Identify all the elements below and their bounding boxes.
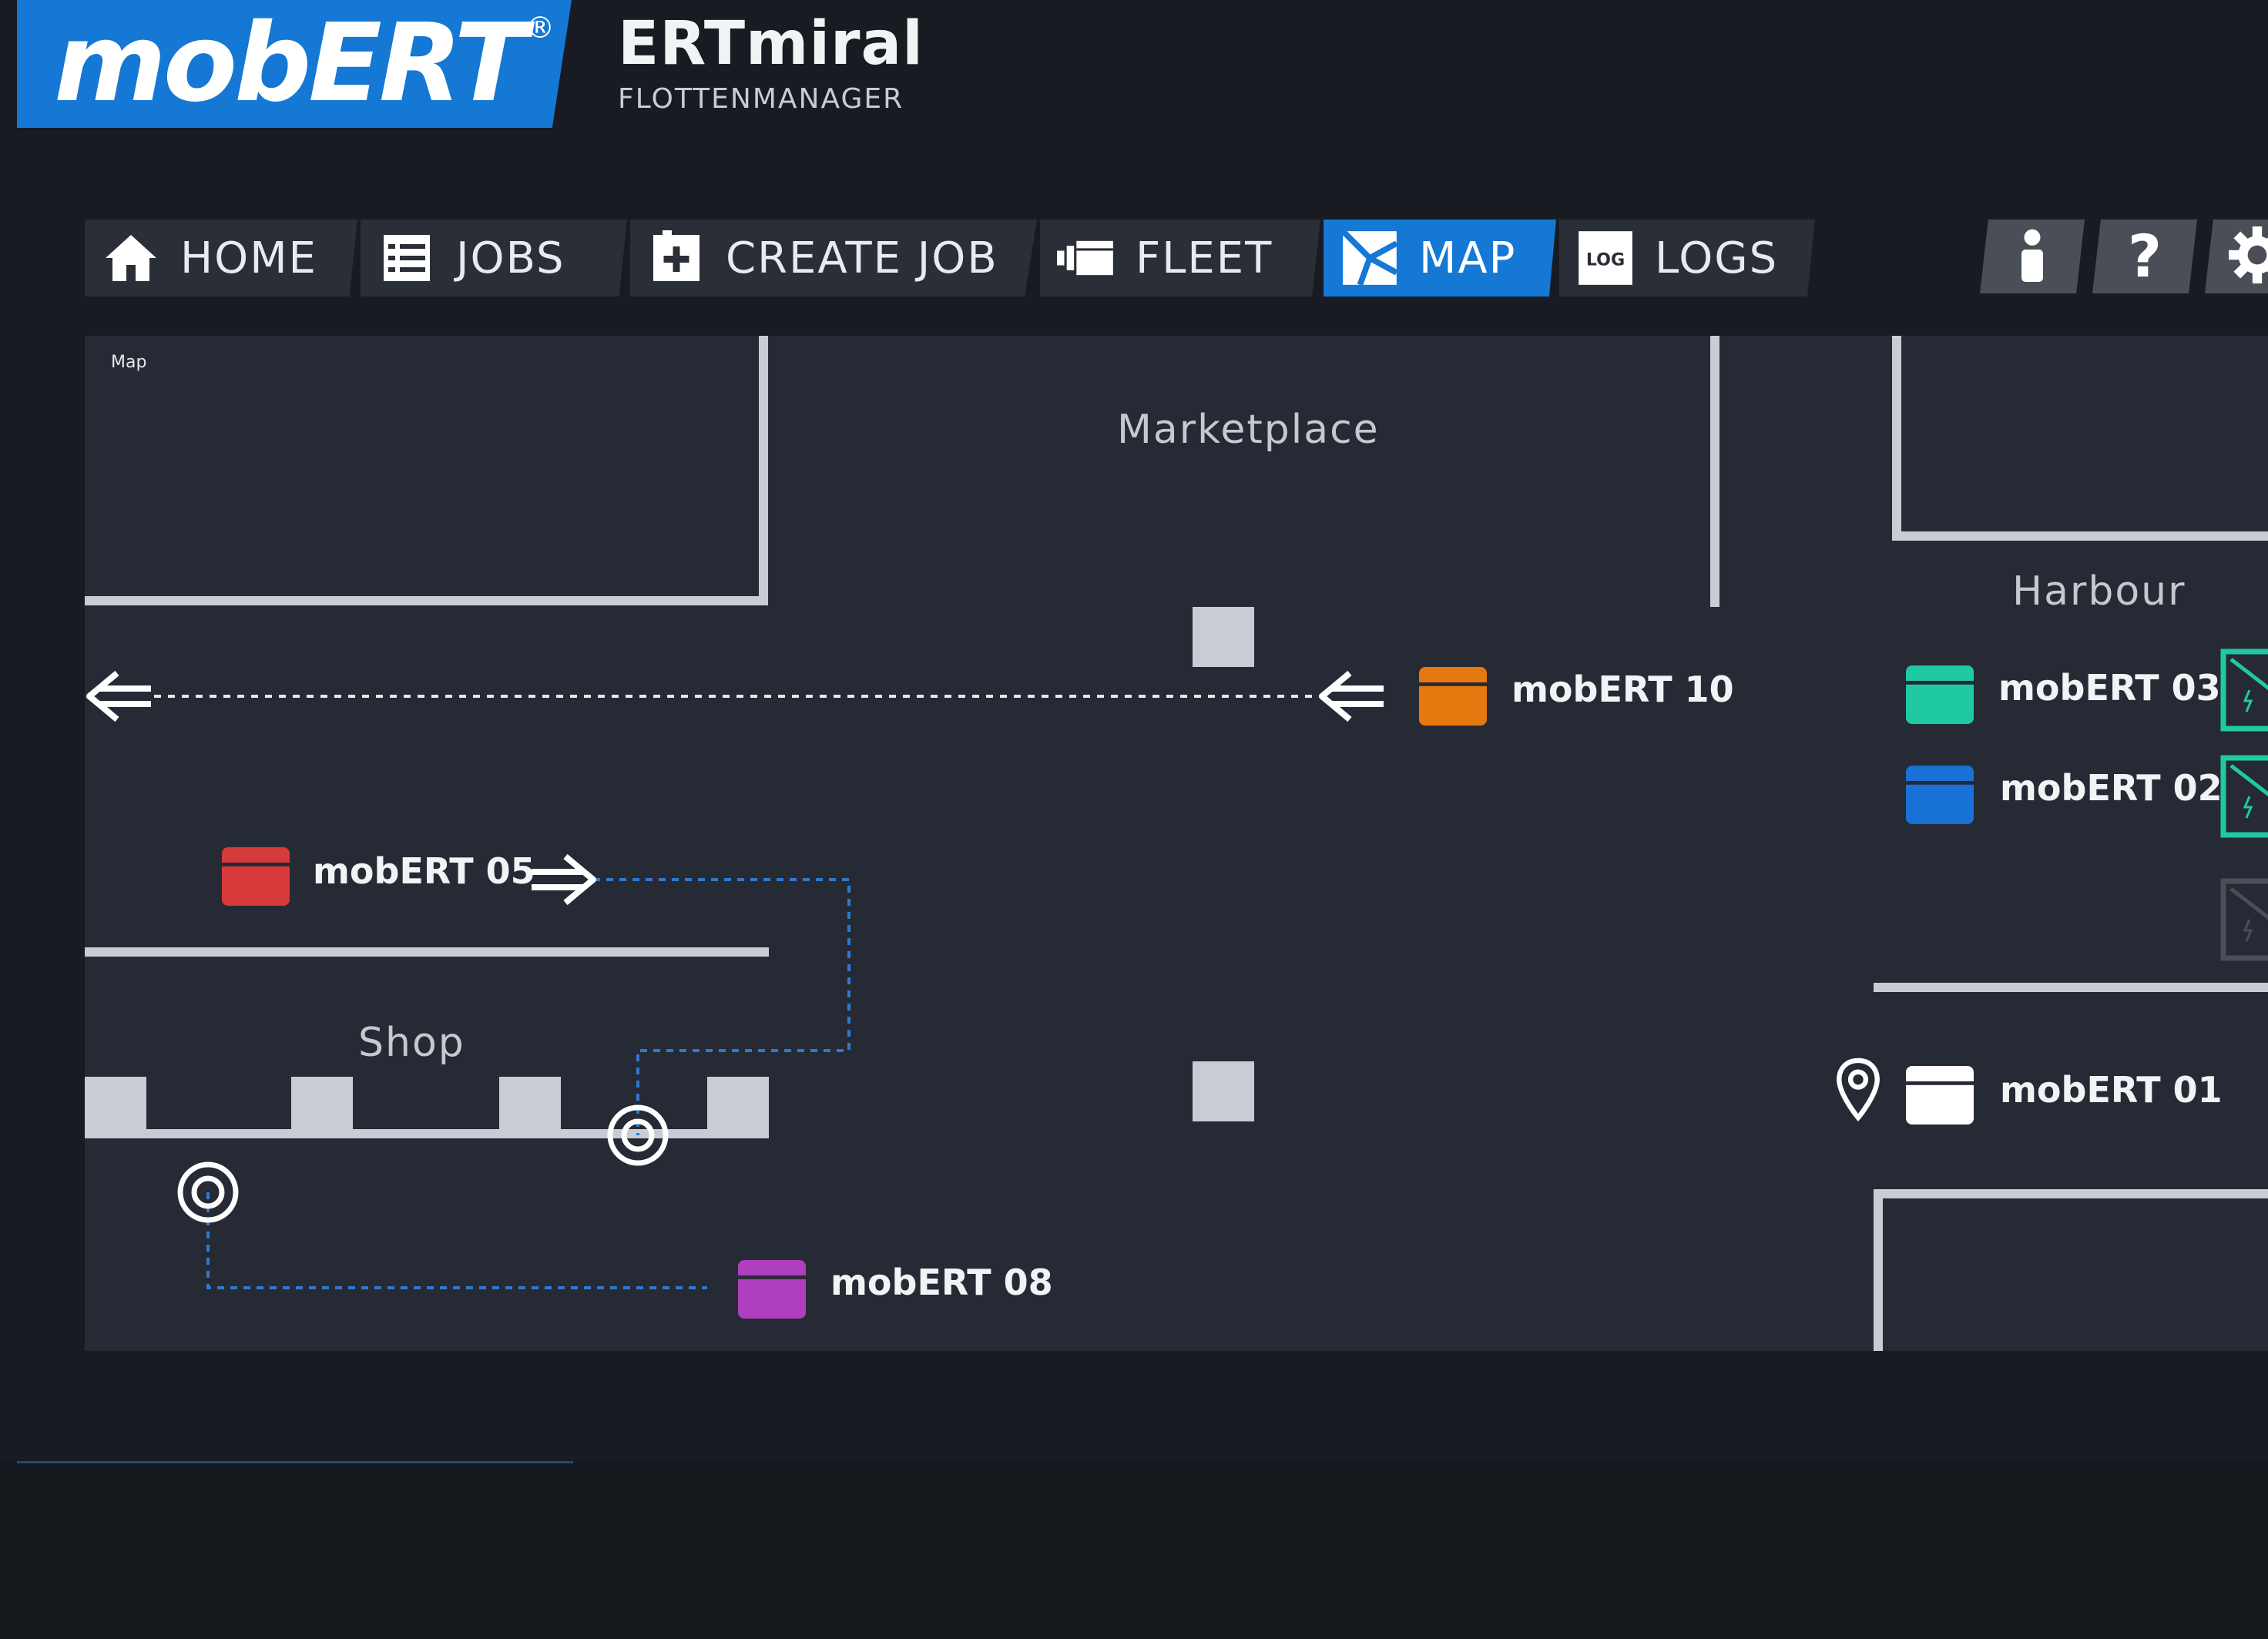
- home-icon: [102, 229, 160, 287]
- target-icon[interactable]: [176, 1160, 240, 1225]
- settings-button[interactable]: [2205, 220, 2268, 293]
- robot-icon-mobert-05[interactable]: [219, 838, 293, 912]
- tab-create-job-label: CREATE JOB: [726, 233, 998, 283]
- add-job-icon: [647, 229, 706, 287]
- robot-icon-mobert-08[interactable]: [735, 1251, 809, 1325]
- robot-label-mobert-01: mobERT 01: [2000, 1069, 2223, 1111]
- tab-map-label: MAP: [1419, 233, 1517, 283]
- list-icon: [377, 229, 436, 287]
- charger-icon: [2220, 878, 2268, 961]
- tab-fleet[interactable]: FLEET: [1040, 220, 1320, 297]
- app-window: mobERT ® ERTmiral FLOTTENMANAGER HOME JO…: [0, 0, 2268, 1462]
- charger-icon: [2220, 755, 2268, 838]
- app-subtitle: FLOTTENMANAGER: [618, 83, 904, 115]
- robot-icon-mobert-10[interactable]: [1416, 658, 1490, 732]
- route-mobert-08: [206, 1192, 707, 1289]
- robot-icon-mobert-03[interactable]: [1903, 656, 1977, 730]
- bottom-accent-line: [17, 1461, 573, 1463]
- tab-jobs-label: JOBS: [456, 233, 565, 283]
- robot-label-mobert-02: mobERT 02: [2000, 767, 2223, 809]
- tab-logs[interactable]: LOG LOGS: [1559, 220, 1815, 297]
- log-icon: LOG: [1576, 229, 1635, 287]
- arrow-right-icon: [532, 853, 596, 906]
- tab-home-label: HOME: [180, 233, 317, 283]
- tab-fleet-label: FLEET: [1136, 233, 1273, 283]
- user-icon: [2013, 228, 2052, 285]
- location-pin-icon[interactable]: [1835, 1057, 1881, 1121]
- robot-label-mobert-03: mobERT 03: [1998, 667, 2221, 709]
- log-badge-text: LOG: [1586, 250, 1625, 270]
- route-overlay: [154, 695, 1320, 1289]
- app-title: ERTmiral: [618, 9, 924, 79]
- logo-text: mobERT: [54, 1, 528, 126]
- arrow-left-icon: [86, 670, 151, 722]
- tab-create-job[interactable]: CREATE JOB: [630, 220, 1037, 297]
- bottom-area: [0, 1462, 2268, 1639]
- fleet-icon: [1057, 229, 1116, 287]
- tab-map[interactable]: MAP: [1324, 220, 1556, 297]
- robot-icon-mobert-01[interactable]: [1903, 1057, 1977, 1131]
- robot-icon-mobert-02[interactable]: [1903, 756, 1977, 830]
- tab-jobs[interactable]: JOBS: [361, 220, 627, 297]
- user-button[interactable]: [1980, 220, 2085, 293]
- tab-home[interactable]: HOME: [85, 220, 357, 297]
- map-view[interactable]: Map Marketplace Harbour Shop mobERT 10 m…: [85, 336, 2268, 1351]
- route-mobert-05: [593, 878, 850, 1135]
- robot-label-mobert-05: mobERT 05: [313, 850, 535, 892]
- robot-label-mobert-08: mobERT 08: [830, 1262, 1053, 1303]
- help-icon: ?: [2127, 222, 2162, 290]
- logo-registered-mark: ®: [525, 11, 555, 45]
- help-button[interactable]: ?: [2092, 220, 2197, 293]
- charger-icon: [2220, 649, 2268, 732]
- robot-label-mobert-10: mobERT 10: [1511, 669, 1734, 710]
- map-icon: [1340, 229, 1399, 287]
- tab-logs-label: LOGS: [1655, 233, 1779, 283]
- brand-logo: mobERT ®: [17, 0, 572, 128]
- settings-icon: [2229, 226, 2268, 287]
- arrow-left-icon: [1319, 670, 1384, 722]
- target-icon[interactable]: [606, 1103, 670, 1168]
